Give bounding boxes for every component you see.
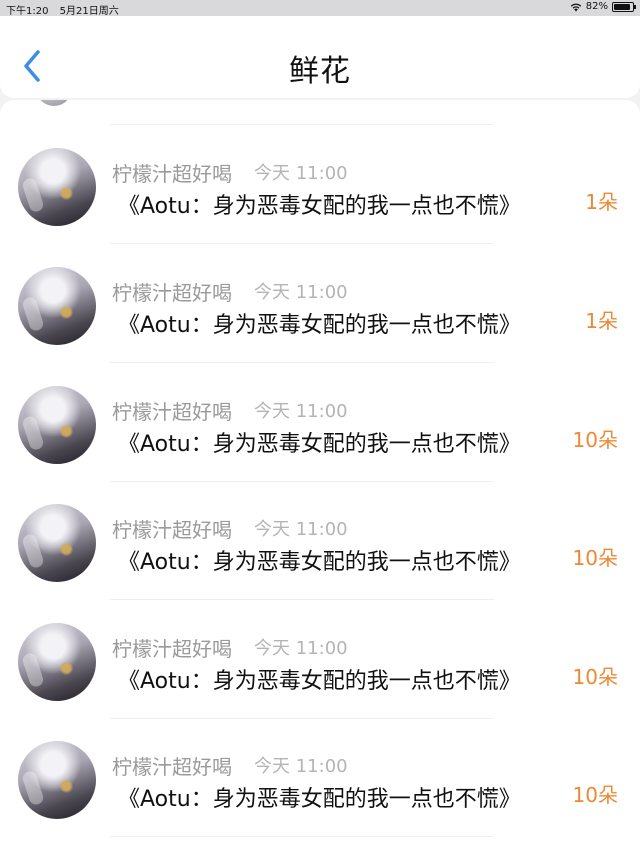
divider [110, 599, 494, 600]
book-title: 《Aotu：身为恶毒女配的我一点也不慌》 [118, 550, 521, 575]
list-item[interactable]: 柠檬汁超好喝 今天 11:00 《Aotu：身为恶毒女配的我一点也不慌》 10朵 [0, 482, 640, 600]
gift-list: 柠檬汁超好喝 今天 11:00 《Aotu：身为恶毒女配的我一点也不慌》 1朵 … [0, 100, 640, 853]
flower-count: 10朵 [572, 783, 618, 807]
list-item[interactable]: 柠檬汁超好喝 今天 11:00 《Aotu：身为恶毒女配的我一点也不慌》 10朵 [0, 719, 640, 837]
flower-count: 1朵 [585, 190, 618, 214]
divider [110, 124, 494, 125]
page-title: 鲜花 [289, 54, 351, 89]
nav-bar: 鲜花 [0, 16, 640, 98]
status-bar: 下午1:20 5月21日周六 82% [0, 0, 640, 17]
divider [110, 243, 494, 244]
list-item[interactable]: 柠檬汁超好喝 今天 11:00 《Aotu：身为恶毒女配的我一点也不慌》 1朵 [0, 245, 640, 363]
timestamp: 今天 11:00 [254, 163, 348, 184]
username: 柠檬汁超好喝 [112, 755, 232, 779]
timestamp: 今天 11:00 [254, 282, 348, 303]
book-title: 《Aotu：身为恶毒女配的我一点也不慌》 [118, 432, 521, 457]
avatar[interactable] [18, 504, 96, 582]
wifi-icon [570, 3, 581, 11]
divider [110, 836, 494, 837]
username: 柠檬汁超好喝 [112, 637, 232, 661]
battery-icon [612, 1, 636, 12]
book-title: 《Aotu：身为恶毒女配的我一点也不慌》 [118, 194, 521, 219]
avatar[interactable] [18, 741, 96, 819]
flower-count: 10朵 [572, 665, 618, 689]
book-title: 《Aotu：身为恶毒女配的我一点也不慌》 [118, 669, 521, 694]
flower-count: 10朵 [572, 546, 618, 570]
divider [110, 362, 494, 363]
username: 柠檬汁超好喝 [112, 281, 232, 305]
avatar [36, 100, 72, 106]
book-title: 《Aotu：身为恶毒女配的我一点也不慌》 [118, 787, 521, 812]
list-item[interactable]: 柠檬汁超好喝 今天 11:00 《Aotu：身为恶毒女配的我一点也不慌》 10朵 [0, 601, 640, 719]
username: 柠檬汁超好喝 [112, 162, 232, 186]
list-item[interactable]: 柠檬汁超好喝 今天 11:00 《Aotu：身为恶毒女配的我一点也不慌》 1朵 [0, 126, 640, 244]
avatar[interactable] [18, 623, 96, 701]
timestamp: 今天 11:00 [254, 401, 348, 422]
avatar[interactable] [18, 267, 96, 345]
avatar[interactable] [18, 148, 96, 226]
status-left: 下午1:20 5月21日周六 [6, 2, 127, 17]
book-title: 《Aotu：身为恶毒女配的我一点也不慌》 [118, 313, 521, 338]
avatar[interactable] [18, 386, 96, 464]
status-right: 82% [570, 1, 636, 12]
list-item[interactable]: 柠檬汁超好喝 今天 11:00 《Aotu：身为恶毒女配的我一点也不慌》 10朵 [0, 364, 640, 482]
timestamp: 今天 11:00 [254, 519, 348, 540]
battery-percent: 82% [585, 1, 608, 12]
timestamp: 今天 11:00 [254, 638, 348, 659]
flower-count: 10朵 [572, 428, 618, 452]
username: 柠檬汁超好喝 [112, 518, 232, 542]
flower-count: 1朵 [585, 309, 618, 333]
timestamp: 今天 11:00 [254, 756, 348, 777]
username: 柠檬汁超好喝 [112, 400, 232, 424]
